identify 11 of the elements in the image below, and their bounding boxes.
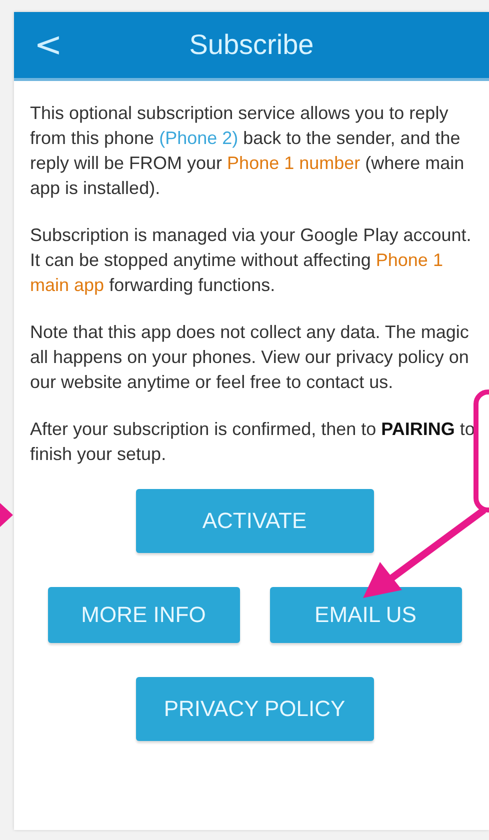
action-button[interactable]: ACTIVATE (136, 489, 374, 553)
paragraph: Note that this app does not collect any data. The magic all happens on your phones. View our privacy policy on our website anytime or feel free to contact us. (30, 321, 470, 394)
paragraph: Subscription is managed via your Google Play account. It can be stopped anytime without affecting Phone 1 main app forwarding functions. (30, 224, 472, 297)
screen-title: Subscribe (188, 29, 315, 61)
paragraph: This optional subscription service allows you to reply from this phone (Phone 2) back to the sender, and the reply will be FROM your Phone 1 number (where main app is installed). (30, 102, 466, 200)
action-button[interactable]: PRIVACY POLICY (136, 677, 374, 741)
paragraph: After your subscription is confirmed, then to PAIRING to finish your setup. (30, 418, 476, 466)
back-button[interactable]: < (14, 25, 74, 65)
action-button[interactable]: MORE INFO (48, 587, 240, 643)
action-button[interactable]: EMAIL US (270, 587, 462, 643)
arrow-tip (0, 503, 13, 527)
